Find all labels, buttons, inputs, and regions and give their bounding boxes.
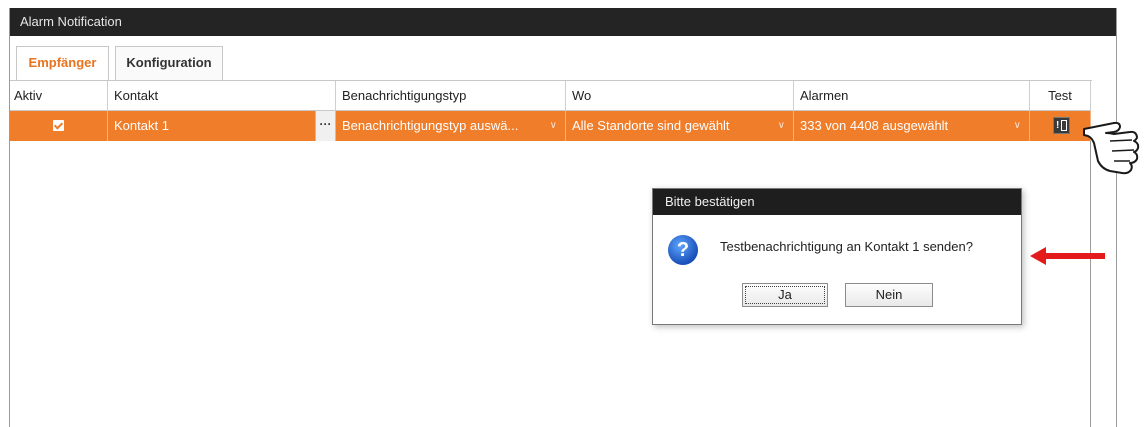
test-notification-icon: ! — [1056, 120, 1060, 131]
phone-icon — [1061, 120, 1067, 131]
ja-button[interactable]: Ja — [742, 283, 828, 307]
kontakt-value: Kontakt 1 — [114, 118, 169, 133]
confirm-dialog: Bitte bestätigen ? Testbenachrichtigung … — [652, 188, 1022, 325]
window-title: Alarm Notification — [10, 8, 1116, 36]
header-wo[interactable]: Wo — [566, 81, 794, 111]
header-alarmen[interactable]: Alarmen — [794, 81, 1030, 111]
question-icon: ? — [668, 235, 698, 265]
dialog-message: Testbenachrichtigung an Kontakt 1 senden… — [720, 239, 973, 254]
cell-kontakt[interactable]: Kontakt 1 ··· — [108, 111, 336, 141]
pointing-hand-icon — [1083, 121, 1140, 175]
alarmen-select[interactable]: 333 von 4408 ausgewählt ∨ — [794, 111, 1030, 141]
chevron-down-icon: ∨ — [777, 120, 785, 131]
chevron-down-icon: ∨ — [1013, 120, 1021, 131]
benachrichtigungstyp-select[interactable]: Benachrichtigungstyp auswä... ∨ — [336, 111, 566, 141]
header-benachrichtigungstyp[interactable]: Benachrichtigungstyp — [336, 81, 566, 111]
header-aktiv[interactable]: Aktiv — [10, 81, 108, 111]
ellipsis-icon[interactable]: ··· — [315, 111, 335, 141]
wo-value: Alle Standorte sind gewählt — [572, 118, 730, 133]
red-arrow-icon — [1030, 247, 1105, 265]
tab-bar: Empfänger Konfiguration — [10, 36, 1116, 81]
wo-select[interactable]: Alle Standorte sind gewählt ∨ — [566, 111, 794, 141]
header-kontakt[interactable]: Kontakt — [108, 81, 336, 111]
dialog-title: Bitte bestätigen — [653, 189, 1021, 215]
chevron-down-icon: ∨ — [549, 120, 557, 131]
benachrichtigungstyp-value: Benachrichtigungstyp auswä... — [342, 118, 519, 133]
tab-empfaenger[interactable]: Empfänger — [16, 46, 109, 81]
table-header: Aktiv Kontakt Benachrichtigungstyp Wo Al… — [10, 81, 1091, 111]
test-notification-button[interactable]: ! — [1053, 117, 1070, 134]
alarmen-value: 333 von 4408 ausgewählt — [800, 118, 949, 133]
cell-aktiv — [10, 111, 108, 141]
nein-button[interactable]: Nein — [845, 283, 933, 307]
table-row[interactable]: Kontakt 1 ··· Benachrichtigungstyp auswä… — [10, 111, 1091, 141]
tab-konfiguration[interactable]: Konfiguration — [115, 46, 223, 80]
aktiv-checkbox[interactable] — [53, 120, 64, 131]
